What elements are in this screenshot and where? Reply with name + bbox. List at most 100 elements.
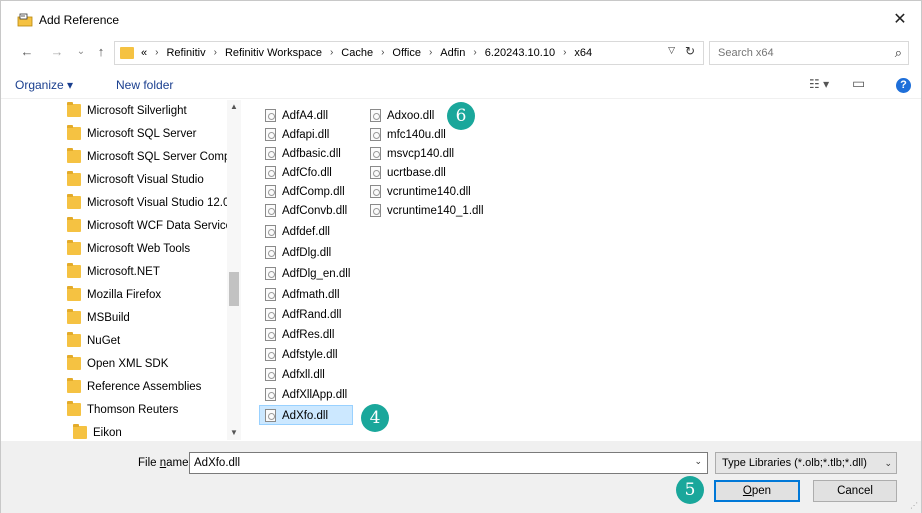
view-options-icon[interactable]: ☷ ▾ — [809, 77, 829, 91]
chevron-down-icon[interactable]: ▽ — [668, 45, 675, 56]
folder-icon — [67, 332, 81, 347]
file-type-select[interactable]: Type Libraries (*.olb;*.tlb;*.dll) ⌄ — [715, 452, 897, 474]
tree-item-label: Eikon — [93, 427, 122, 439]
tree-item-label: Microsoft Web Tools — [87, 243, 191, 255]
file-name: AdfDlg_en.dll — [282, 268, 351, 280]
nav-scrollbar[interactable]: ▲ ▼ — [227, 100, 241, 440]
chevron-right-icon: › — [213, 47, 217, 58]
folder-icon — [67, 102, 81, 117]
chevron-right-icon: › — [473, 47, 477, 58]
file-name: ucrtbase.dll — [387, 167, 446, 179]
file-name: Adfstyle.dll — [282, 349, 338, 361]
close-button[interactable]: ✕ — [889, 9, 911, 31]
preview-pane-icon[interactable]: ▭ — [852, 75, 865, 92]
folder-icon — [67, 286, 81, 301]
tree-item-label: NuGet — [87, 335, 121, 347]
dll-file-icon — [265, 267, 276, 280]
navigation-bar: ← → ⌄ ↑ « › Refinitiv › Refinitiv Worksp… — [1, 39, 921, 67]
search-box: ⌕ — [709, 41, 909, 65]
app-icon — [17, 13, 33, 27]
callout-badge-5: 5 — [676, 476, 704, 504]
title-bar: Add Reference ✕ — [1, 1, 921, 39]
folder-icon — [67, 263, 81, 278]
toolbar: Organize ▾ New folder ☷ ▾ ▭ ? — [1, 71, 921, 99]
file-name-label: File name: — [138, 457, 192, 469]
file-name: msvcp140.dll — [387, 148, 455, 160]
folder-icon — [67, 217, 81, 232]
dll-file-icon — [265, 185, 276, 198]
file-name: AdfA4.dll — [282, 110, 329, 122]
file-name: AdfConvb.dll — [282, 205, 348, 217]
folder-icon — [67, 378, 81, 393]
cancel-button[interactable]: Cancel — [813, 480, 897, 502]
dll-file-icon — [265, 328, 276, 341]
dll-file-icon — [370, 109, 381, 122]
breadcrumb-overflow[interactable]: « — [141, 42, 147, 64]
breadcrumb-item[interactable]: Refinitiv — [166, 42, 205, 64]
search-input[interactable] — [710, 42, 880, 64]
file-name: Adfapi.dll — [282, 129, 330, 141]
help-icon[interactable]: ? — [896, 78, 911, 93]
dll-file-icon — [370, 128, 381, 141]
dll-file-icon — [265, 288, 276, 301]
breadcrumb-item[interactable]: Cache — [341, 42, 373, 64]
folder-icon — [67, 194, 81, 209]
tree-item-label: Microsoft.NET — [87, 266, 160, 278]
dll-file-icon — [265, 368, 276, 381]
recent-locations-button[interactable]: ⌄ — [73, 43, 89, 61]
new-folder-button[interactable]: New folder — [116, 78, 173, 92]
folder-icon — [67, 309, 81, 324]
search-icon[interactable]: ⌕ — [895, 45, 902, 61]
dll-file-icon — [370, 185, 381, 198]
file-name: AdfCfo.dll — [282, 167, 332, 179]
window-title: Add Reference — [39, 13, 120, 27]
file-name: AdfRand.dll — [282, 309, 342, 321]
tree-item-label: Mozilla Firefox — [87, 289, 162, 301]
back-button[interactable]: ← — [19, 43, 35, 61]
file-name-input[interactable] — [190, 453, 685, 473]
tree-item-label: Microsoft Visual Studio 12.0 — [87, 197, 230, 209]
organize-button[interactable]: Organize ▾ — [15, 78, 73, 92]
file-name: vcruntime140.dll — [387, 186, 471, 198]
dll-file-icon — [265, 109, 276, 122]
tree-item-label: Thomson Reuters — [87, 404, 179, 416]
folder-icon — [67, 125, 81, 140]
breadcrumb-item[interactable]: x64 — [574, 42, 592, 64]
file-name: AdXfo.dll — [282, 410, 329, 422]
navigation-pane: Microsoft Silverlight Microsoft SQL Serv… — [1, 100, 244, 440]
tree-item-label: Microsoft Silverlight — [87, 105, 187, 117]
breadcrumb-item[interactable]: Adfin — [440, 42, 465, 64]
file-name-panel: File name: ⌄ Type Libraries (*.olb;*.tlb… — [1, 441, 921, 513]
scroll-up-icon[interactable]: ▲ — [227, 100, 241, 114]
scroll-down-icon[interactable]: ▼ — [227, 426, 241, 440]
add-reference-dialog: Add Reference ✕ ← → ⌄ ↑ « › Refinitiv › … — [0, 0, 922, 513]
breadcrumb: « › Refinitiv › Refinitiv Workspace › Ca… — [141, 42, 592, 64]
file-name-field: ⌄ — [189, 452, 708, 474]
folder-icon — [73, 424, 87, 439]
up-button[interactable]: ↑ — [93, 43, 109, 61]
tree-item-label: Microsoft SQL Server — [87, 128, 197, 140]
tree-item-label: Open XML SDK — [87, 358, 169, 370]
folder-icon — [67, 355, 81, 370]
file-name: AdfXllApp.dll — [282, 389, 348, 401]
file-name: mfc140u.dll — [387, 129, 446, 141]
dll-file-icon — [370, 166, 381, 179]
breadcrumb-item[interactable]: Office — [392, 42, 421, 64]
breadcrumb-item[interactable]: 6.20243.10.10 — [485, 42, 555, 64]
dll-file-icon — [265, 166, 276, 179]
dll-file-icon — [265, 204, 276, 217]
scroll-thumb[interactable] — [229, 272, 239, 306]
address-bar[interactable]: « › Refinitiv › Refinitiv Workspace › Ca… — [114, 41, 704, 65]
file-list: AdfA4.dll Adfapi.dll Adfbasic.dll AdfCfo… — [257, 100, 917, 440]
tree-item-label: Reference Assemblies — [87, 381, 202, 393]
chevron-right-icon: › — [381, 47, 385, 58]
open-button[interactable]: Open — [714, 480, 800, 502]
breadcrumb-item[interactable]: Refinitiv Workspace — [225, 42, 322, 64]
refresh-icon[interactable]: ↻ — [685, 44, 695, 58]
dll-file-icon — [265, 128, 276, 141]
list-item-selected[interactable]: AdXfo.dll — [259, 405, 353, 425]
chevron-down-icon[interactable]: ⌄ — [694, 456, 702, 467]
forward-button[interactable]: → — [49, 43, 65, 61]
resize-grip-icon[interactable]: ⋰ — [910, 501, 918, 510]
chevron-right-icon: › — [329, 47, 334, 58]
